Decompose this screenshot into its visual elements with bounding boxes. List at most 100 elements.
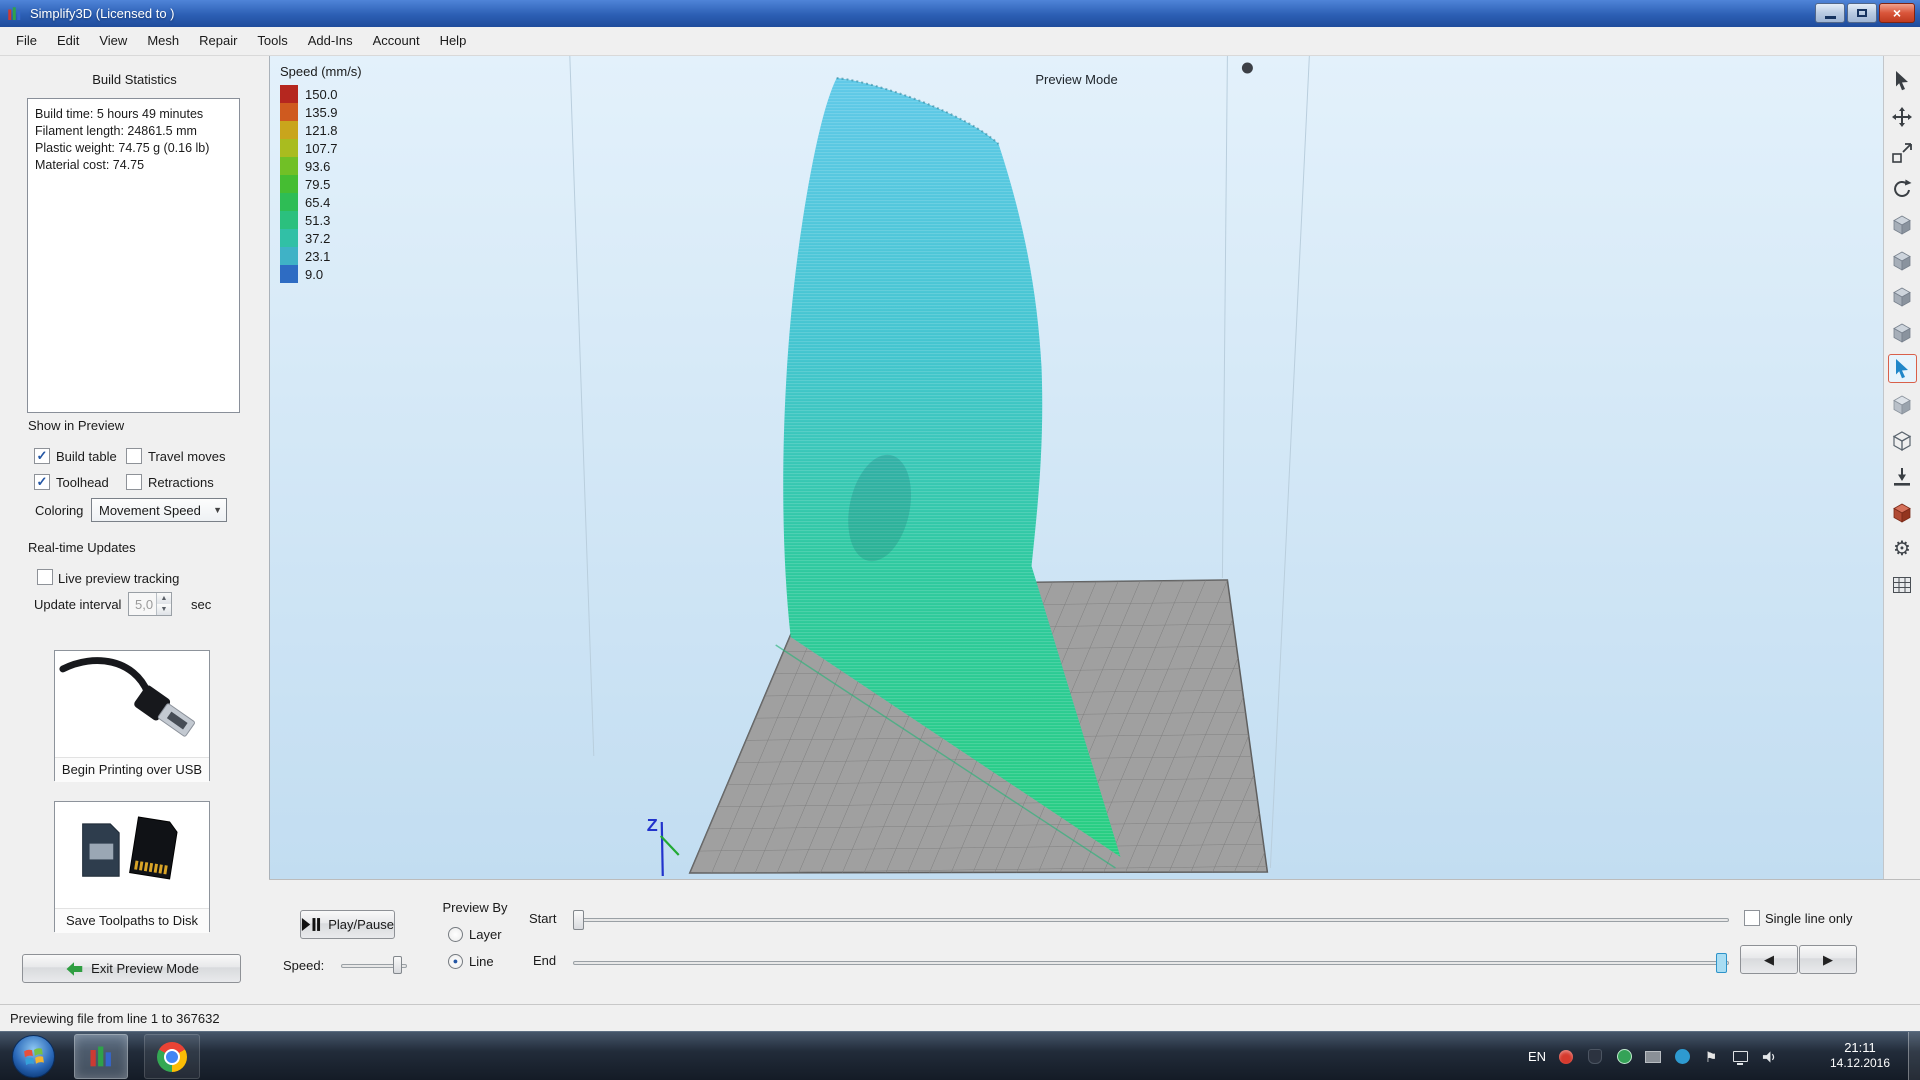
speed-slider-handle[interactable]	[393, 956, 402, 974]
show-in-preview-title: Show in Preview	[28, 418, 124, 433]
clock-time: 21:11	[1814, 1039, 1906, 1056]
preview-pointer-tool-icon[interactable]	[1888, 354, 1917, 383]
legend-swatch	[280, 85, 298, 103]
tray-screen-icon[interactable]	[1644, 1048, 1662, 1066]
coloring-value: Movement Speed	[99, 503, 201, 518]
play-pause-button[interactable]: Play/Pause	[300, 910, 395, 939]
minimize-button[interactable]	[1815, 3, 1845, 23]
menu-file[interactable]: File	[6, 27, 47, 55]
maximize-icon	[1857, 9, 1867, 17]
update-interval-unit: sec	[191, 597, 211, 612]
coloring-dropdown[interactable]: Movement Speed ▼	[91, 498, 227, 522]
legend-entry: 93.6	[280, 157, 362, 175]
realtime-updates-title: Real-time Updates	[28, 540, 136, 555]
view-cube-icon[interactable]	[1888, 318, 1917, 347]
tray-app-blue-icon[interactable]	[1673, 1048, 1691, 1066]
close-button[interactable]: ×	[1879, 3, 1915, 23]
view-cube-icon[interactable]	[1888, 210, 1917, 239]
menu-view[interactable]: View	[89, 27, 137, 55]
begin-printing-usb-button[interactable]: Begin Printing over USB	[54, 650, 210, 781]
legend-entry: 9.0	[280, 265, 362, 283]
view-cube-icon[interactable]	[1888, 246, 1917, 275]
settings-gear-icon[interactable]: ⚙	[1888, 534, 1917, 563]
legend-swatch	[280, 121, 298, 139]
travel-moves-label: Travel moves	[148, 449, 226, 464]
legend-entry: 150.0	[280, 85, 362, 103]
retractions-checkbox[interactable]	[126, 474, 142, 490]
preview-by-title: Preview By	[429, 900, 521, 915]
language-indicator[interactable]: EN	[1528, 1049, 1546, 1064]
machine-control-panel-icon[interactable]	[1888, 570, 1917, 599]
end-slider-handle[interactable]	[1716, 953, 1727, 973]
exit-preview-mode-label: Exit Preview Mode	[91, 961, 199, 976]
menu-addins[interactable]: Add-Ins	[298, 27, 363, 55]
status-bar: Previewing file from line 1 to 367632	[0, 1004, 1920, 1031]
tray-globe-icon[interactable]	[1615, 1048, 1633, 1066]
legend-entry: 51.3	[280, 211, 362, 229]
step-forward-button[interactable]: ▶	[1799, 945, 1857, 974]
cross-section-cube-icon[interactable]	[1888, 498, 1917, 527]
taskbar-clock[interactable]: 21:11 14.12.2016	[1814, 1032, 1906, 1080]
end-slider-track[interactable]	[573, 961, 1729, 965]
legend-swatch	[280, 139, 298, 157]
preview-by-line-radio[interactable]: ●	[448, 954, 463, 969]
legend-entry: 107.7	[280, 139, 362, 157]
menu-bar: File Edit View Mesh Repair Tools Add-Ins…	[0, 27, 1920, 56]
travel-moves-checkbox[interactable]	[126, 448, 142, 464]
preview-by-line-label: Line	[469, 954, 494, 969]
spinner-down-icon[interactable]: ▼	[157, 604, 171, 615]
3d-scene[interactable]: Z	[270, 56, 1883, 879]
preview-by-layer-radio[interactable]	[448, 927, 463, 942]
live-preview-checkbox[interactable]	[37, 569, 53, 585]
tray-antivirus-icon[interactable]	[1557, 1048, 1575, 1066]
scale-tool-icon[interactable]	[1888, 138, 1917, 167]
start-slider-track[interactable]	[573, 918, 1729, 922]
build-table-label: Build table	[56, 449, 117, 464]
maximize-button[interactable]	[1847, 3, 1877, 23]
start-slider-handle[interactable]	[573, 910, 584, 930]
save-toolpaths-button[interactable]: Save Toolpaths to Disk	[54, 801, 210, 932]
app-logo-icon	[6, 5, 24, 23]
tray-shield-icon[interactable]	[1586, 1048, 1604, 1066]
step-backward-button[interactable]: ◀	[1740, 945, 1798, 974]
tray-display-icon[interactable]	[1731, 1048, 1749, 1066]
menu-repair[interactable]: Repair	[189, 27, 247, 55]
toolhead-marker	[1242, 63, 1253, 74]
left-sidebar: Build Statistics Build time: 5 hours 49 …	[0, 56, 269, 1004]
end-label: End	[533, 953, 556, 968]
menu-tools[interactable]: Tools	[247, 27, 297, 55]
move-tool-icon[interactable]	[1888, 102, 1917, 131]
select-tool-icon[interactable]	[1888, 66, 1917, 95]
legend-value: 79.5	[305, 177, 330, 192]
menu-mesh[interactable]: Mesh	[137, 27, 189, 55]
tray-volume-icon[interactable]	[1760, 1048, 1778, 1066]
menu-help[interactable]: Help	[430, 27, 477, 55]
legend-swatch	[280, 229, 298, 247]
update-interval-spinner[interactable]: 5,0 ▲▼	[128, 592, 172, 616]
place-on-bed-icon[interactable]	[1888, 462, 1917, 491]
simplify3d-icon	[87, 1043, 115, 1071]
start-button[interactable]	[12, 1035, 55, 1078]
menu-account[interactable]: Account	[363, 27, 430, 55]
rotate-tool-icon[interactable]	[1888, 174, 1917, 203]
tray-flag-icon[interactable]: ⚑	[1702, 1048, 1720, 1066]
preview-mode-label: Preview Mode	[1035, 72, 1117, 87]
legend-swatch	[280, 175, 298, 193]
view-cube-icon[interactable]	[1888, 282, 1917, 311]
wireframe-cube-icon[interactable]	[1888, 426, 1917, 455]
taskbar-chrome-button[interactable]	[144, 1034, 200, 1079]
toolhead-cube-icon[interactable]	[1888, 390, 1917, 419]
start-label: Start	[529, 911, 556, 926]
exit-preview-mode-button[interactable]: Exit Preview Mode	[22, 954, 241, 983]
build-table-checkbox[interactable]: ✓	[34, 448, 50, 464]
toolhead-checkbox[interactable]: ✓	[34, 474, 50, 490]
single-line-only-label: Single line only	[1765, 911, 1852, 926]
show-desktop-button[interactable]	[1908, 1032, 1920, 1080]
spinner-up-icon[interactable]: ▲	[157, 593, 171, 604]
spinner-arrows[interactable]: ▲▼	[156, 593, 171, 615]
taskbar-simplify3d-button[interactable]	[74, 1034, 128, 1079]
single-line-only-checkbox[interactable]	[1744, 910, 1760, 926]
menu-edit[interactable]: Edit	[47, 27, 89, 55]
live-preview-label: Live preview tracking	[58, 571, 179, 586]
3d-viewport[interactable]: Z Preview Mode Speed (mm/s) 150.0 135.9 …	[269, 56, 1883, 879]
